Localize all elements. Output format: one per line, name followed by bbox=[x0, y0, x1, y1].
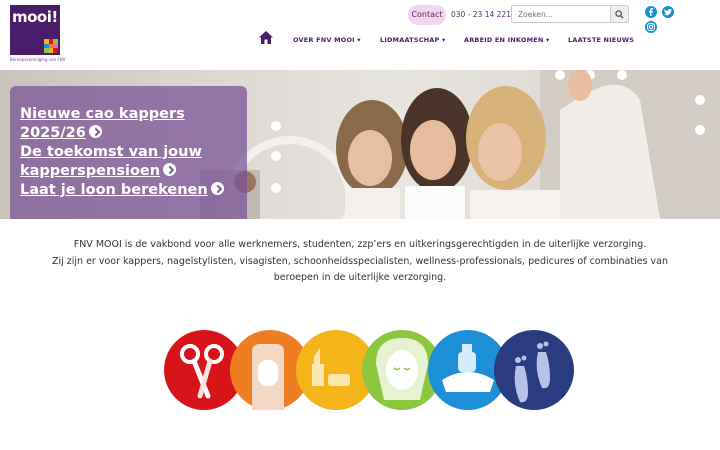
arrow-right-icon bbox=[163, 163, 177, 176]
search-icon bbox=[615, 9, 624, 19]
feet-icon bbox=[514, 341, 550, 403]
site-header: mooi! Beroepsvereniging van FNV Contact … bbox=[0, 0, 720, 70]
nav-item-laatste-nieuws[interactable]: LAATSTE NIEUWS bbox=[568, 36, 634, 44]
contact-button[interactable]: Contact bbox=[408, 5, 446, 25]
search-box bbox=[511, 5, 629, 23]
nav-item-over-fnv-mooi[interactable]: OVER FNV MOOI ▾ bbox=[293, 36, 361, 44]
intro-line: beroepen in de uiterlijke verzorging. bbox=[273, 272, 447, 283]
logo-subtitle: Beroepsvereniging van FNV bbox=[10, 57, 66, 62]
intro-line: Zij zijn er voor kappers, nagelstylisten… bbox=[51, 255, 669, 267]
twitter-icon[interactable] bbox=[662, 6, 674, 18]
hero-link-loon-berekenen[interactable]: Laat je loon berekenen bbox=[20, 181, 224, 200]
nav-item-lidmaatschap[interactable]: LIDMAATSCHAP ▾ bbox=[380, 36, 445, 44]
arrow-right-icon bbox=[88, 125, 102, 138]
main-navigation: OVER FNV MOOI ▾ LIDMAATSCHAP ▾ ARBEID EN… bbox=[0, 31, 720, 47]
home-icon[interactable] bbox=[259, 31, 273, 44]
search-button[interactable] bbox=[610, 6, 628, 22]
phone-number[interactable]: 030 - 23 14 221 bbox=[451, 10, 511, 19]
chevron-down-icon: ▾ bbox=[357, 36, 361, 44]
search-input[interactable] bbox=[512, 6, 610, 22]
intro-text: FNV MOOI is de vakbond voor alle werknem… bbox=[0, 237, 720, 287]
hero-link-cao-kappers-year[interactable]: 2025/26 bbox=[20, 124, 102, 143]
hero-card: Nieuwe cao kappers 2025/26 De toekomst v… bbox=[10, 86, 247, 219]
hero-link-kapperspensioen[interactable]: kapperspensioen bbox=[20, 162, 177, 181]
chevron-down-icon: ▾ bbox=[546, 36, 550, 44]
nav-item-arbeid-en-inkomen[interactable]: ARBEID EN INKOMEN ▾ bbox=[464, 36, 549, 44]
arrow-right-icon bbox=[210, 182, 224, 195]
chevron-down-icon: ▾ bbox=[441, 36, 446, 44]
logo-box: mooi! bbox=[10, 5, 60, 55]
intro-line: FNV MOOI is de vakbond voor alle werknem… bbox=[73, 239, 647, 250]
hero-banner: Nieuwe cao kappers 2025/26 De toekomst v… bbox=[0, 70, 720, 219]
hero-link-pensioen[interactable]: De toekomst van jouw bbox=[20, 143, 202, 162]
profession-pedicures[interactable] bbox=[494, 330, 574, 410]
facebook-icon[interactable] bbox=[645, 6, 657, 18]
logo-text: mooi! bbox=[12, 8, 58, 26]
hero-link-cao-kappers[interactable]: Nieuwe cao kappers bbox=[20, 105, 185, 124]
